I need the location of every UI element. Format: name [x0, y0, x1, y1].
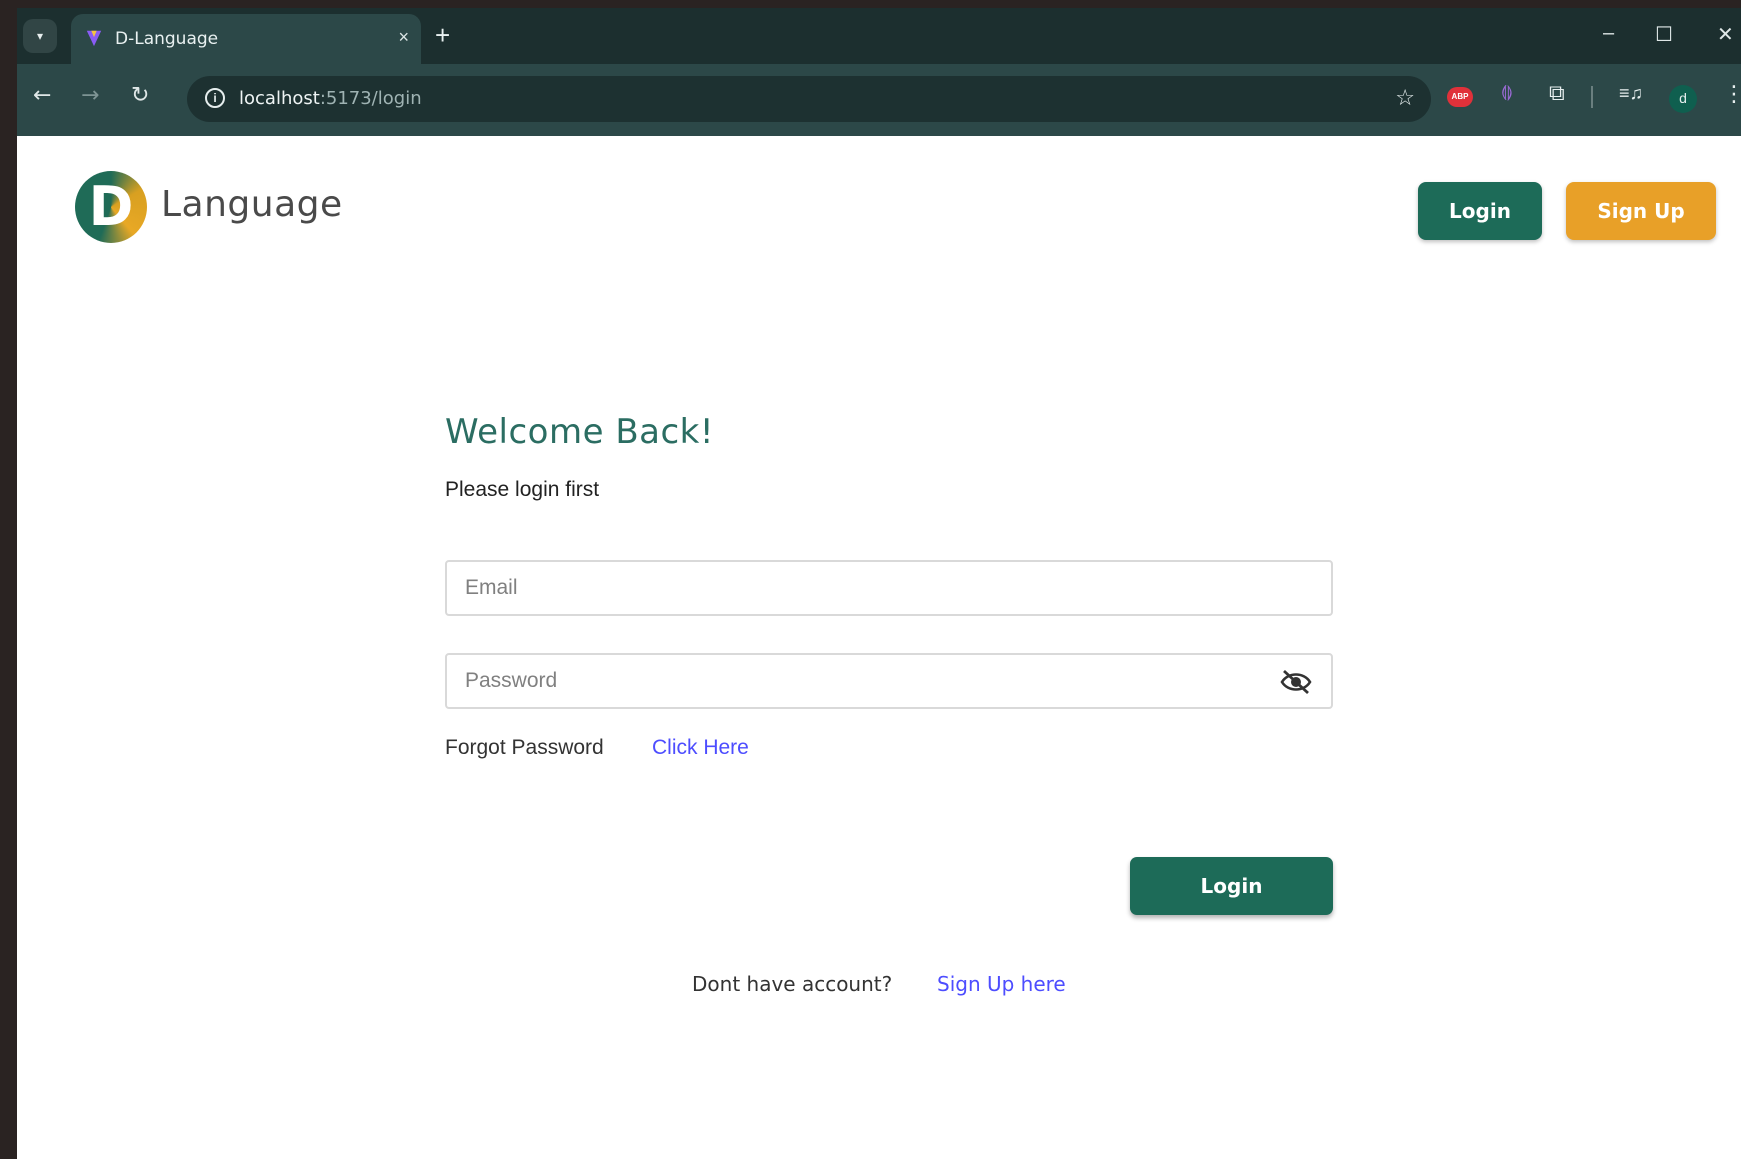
- back-arrow-icon[interactable]: ←: [33, 83, 51, 108]
- minimize-button[interactable]: –: [1603, 22, 1614, 45]
- close-icon[interactable]: ×: [398, 27, 409, 48]
- brand-name[interactable]: Language: [161, 184, 343, 225]
- media-icon[interactable]: ≡♫: [1619, 83, 1643, 104]
- adblock-icon[interactable]: ABP: [1447, 87, 1473, 107]
- page-content: D Language Login Sign Up Welcome Back! P…: [17, 136, 1741, 1159]
- maximize-button[interactable]: ☐: [1655, 22, 1673, 47]
- header-login-button[interactable]: Login: [1418, 182, 1542, 240]
- email-field[interactable]: [445, 560, 1333, 616]
- logo[interactable]: D: [75, 171, 147, 243]
- puzzle-icon[interactable]: ⧉: [1549, 80, 1565, 106]
- url-host: localhost: [239, 88, 320, 109]
- tab-search-icon[interactable]: ▾: [23, 19, 57, 53]
- tab-title: D-Language: [115, 29, 219, 49]
- header-signup-button[interactable]: Sign Up: [1566, 182, 1716, 240]
- forgot-password-link[interactable]: Click Here: [652, 736, 749, 760]
- url-path: :5173/login: [319, 88, 422, 109]
- login-submit-button[interactable]: Login: [1130, 857, 1333, 915]
- plus-icon[interactable]: +: [435, 18, 450, 52]
- toolbar-divider: [1591, 86, 1593, 108]
- site-info-icon[interactable]: i: [205, 88, 225, 108]
- password-field[interactable]: [445, 653, 1333, 709]
- browser-tab[interactable]: D-Language ×: [71, 14, 421, 64]
- star-icon[interactable]: ☆: [1395, 85, 1415, 111]
- page-subtitle: Please login first: [445, 478, 600, 501]
- signup-link[interactable]: Sign Up here: [937, 972, 1066, 996]
- tab-bar: ▾ D-Language × + – ☐ ✕: [17, 8, 1741, 64]
- address-bar[interactable]: i localhost:5173/login ☆: [187, 76, 1431, 122]
- profile-avatar[interactable]: d: [1669, 85, 1697, 113]
- window-close-button[interactable]: ✕: [1717, 22, 1734, 47]
- extension-icon[interactable]: ⟬⟭: [1501, 84, 1513, 102]
- logo-letter: D: [88, 175, 134, 238]
- page-title: Welcome Back!: [445, 412, 715, 452]
- browser-window: ▾ D-Language × + – ☐ ✕ ← → ↻ i localhost…: [17, 8, 1741, 1159]
- forgot-password-text: Forgot Password: [445, 736, 604, 759]
- eye-slash-icon[interactable]: [1279, 668, 1313, 696]
- forward-arrow-icon[interactable]: →: [81, 83, 99, 108]
- vite-favicon-icon: [86, 30, 102, 47]
- reload-icon[interactable]: ↻: [131, 83, 149, 108]
- kebab-menu-icon[interactable]: ⋮: [1723, 81, 1741, 107]
- browser-toolbar: ← → ↻ i localhost:5173/login ☆ ABP ⟬⟭ ⧉ …: [17, 64, 1741, 136]
- url-text[interactable]: localhost:5173/login: [239, 88, 422, 109]
- no-account-text: Dont have account?: [692, 972, 893, 996]
